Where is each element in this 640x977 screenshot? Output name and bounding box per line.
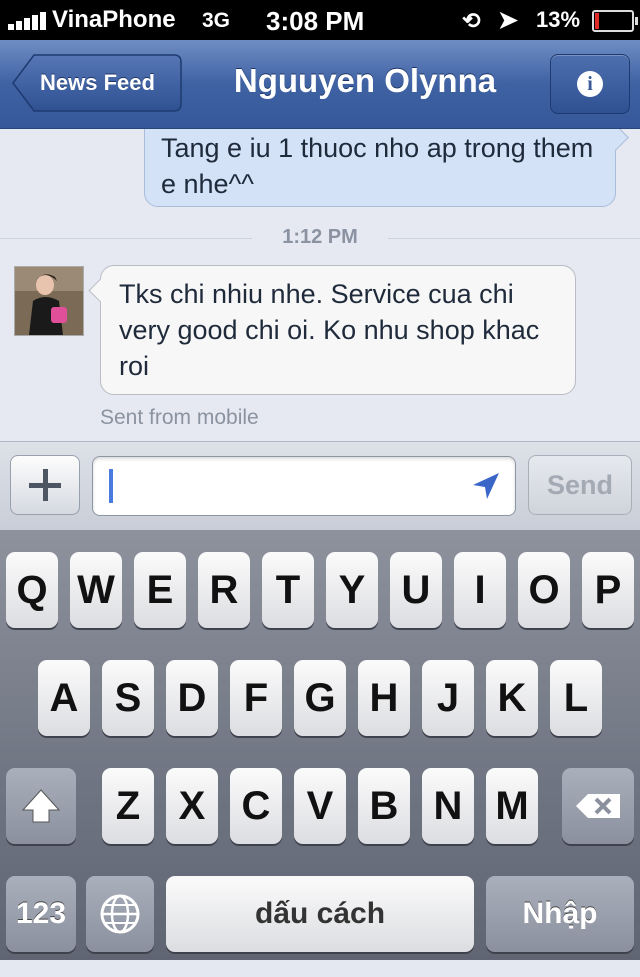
divider [388, 238, 640, 239]
avatar-photo [15, 267, 83, 335]
carrier-name: VinaPhone [52, 6, 176, 33]
signal-strength-icon [8, 12, 46, 30]
key-b[interactable]: B [358, 768, 410, 844]
rotation-lock-icon: ⟲ [462, 8, 481, 33]
incoming-message-bubble[interactable]: Tks chi nhiu nhe. Service cua chi very g… [88, 265, 576, 395]
outgoing-message-bubble[interactable]: Tang e iu 1 thuoc nho ap trong them e nh… [144, 129, 629, 207]
battery-icon [592, 10, 638, 32]
message-timestamp: 1:12 PM [282, 226, 358, 248]
key-f[interactable]: F [230, 660, 282, 736]
divider [0, 238, 252, 239]
send-button[interactable]: Send [528, 455, 632, 515]
key-k[interactable]: K [486, 660, 538, 736]
key-g[interactable]: G [294, 660, 346, 736]
space-key[interactable]: dấu cách [166, 876, 474, 952]
message-input[interactable] [92, 456, 516, 516]
key-y[interactable]: Y [326, 552, 378, 628]
back-button[interactable]: News Feed [12, 54, 182, 112]
back-button-label: News Feed [40, 70, 155, 95]
message-source-label: Sent from mobile [100, 406, 259, 429]
navigation-bar: News Feed Nguuyen Olynna i [0, 40, 640, 129]
key-l[interactable]: L [550, 660, 602, 736]
key-i[interactable]: I [454, 552, 506, 628]
key-o[interactable]: O [518, 552, 570, 628]
status-bar: VinaPhone 3G 3:08 PM ⟲ ➤ 13% [0, 0, 640, 40]
key-s[interactable]: S [102, 660, 154, 736]
key-z[interactable]: Z [102, 768, 154, 844]
backspace-icon [576, 794, 620, 818]
globe-key[interactable] [86, 876, 154, 952]
clock: 3:08 PM [266, 6, 365, 36]
message-thread[interactable]: Tang e iu 1 thuoc nho ap trong them e nh… [0, 129, 640, 441]
text-caret [109, 469, 113, 503]
key-x[interactable]: X [166, 768, 218, 844]
key-t[interactable]: T [262, 552, 314, 628]
keyboard: QWERTYUIOP ASDFGHJKL ZXCVBNM 123 dấu các… [0, 530, 640, 960]
key-j[interactable]: J [422, 660, 474, 736]
avatar[interactable] [14, 266, 84, 336]
return-key[interactable]: Nhập [486, 876, 634, 952]
shift-key[interactable] [6, 768, 76, 844]
key-r[interactable]: R [198, 552, 250, 628]
shift-icon [21, 789, 61, 823]
location-services-icon: ➤ [498, 7, 519, 34]
outgoing-message-text: Tang e iu 1 thuoc nho ap trong them e nh… [161, 133, 594, 199]
battery-percent: 13% [536, 7, 581, 32]
network-type: 3G [202, 9, 231, 32]
key-p[interactable]: P [582, 552, 634, 628]
key-d[interactable]: D [166, 660, 218, 736]
key-a[interactable]: A [38, 660, 90, 736]
message-composer: Send [0, 441, 640, 531]
numbers-key[interactable]: 123 [6, 876, 76, 952]
add-attachment-button[interactable] [10, 455, 80, 515]
key-v[interactable]: V [294, 768, 346, 844]
incoming-message-text: Tks chi nhiu nhe. Service cua chi very g… [119, 279, 540, 381]
key-e[interactable]: E [134, 552, 186, 628]
globe-icon [100, 894, 140, 934]
key-q[interactable]: Q [6, 552, 58, 628]
location-arrow-icon[interactable] [471, 471, 501, 501]
key-w[interactable]: W [70, 552, 122, 628]
key-n[interactable]: N [422, 768, 474, 844]
info-button[interactable]: i [550, 54, 630, 114]
info-icon: i [577, 71, 603, 97]
conversation-title: Nguuyen Olynna [233, 62, 497, 99]
key-c[interactable]: C [230, 768, 282, 844]
key-u[interactable]: U [390, 552, 442, 628]
delete-key[interactable] [562, 768, 634, 844]
key-m[interactable]: M [486, 768, 538, 844]
key-h[interactable]: H [358, 660, 410, 736]
